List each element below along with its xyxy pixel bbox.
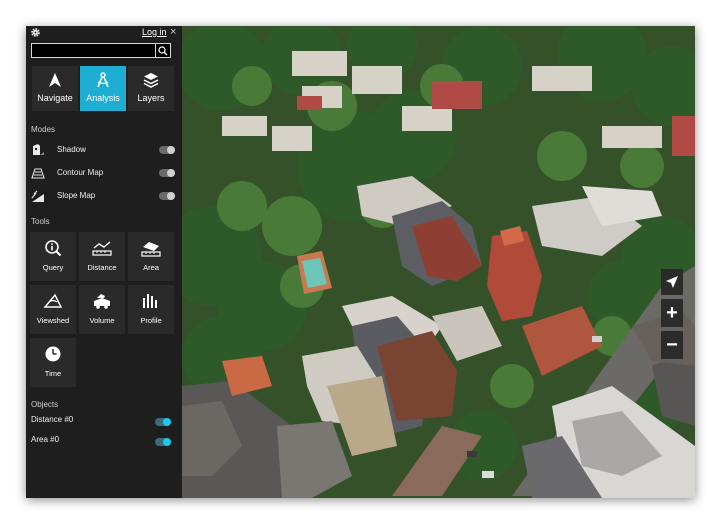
pointer-button[interactable]	[661, 269, 683, 295]
mode-shadow-label: Shadow	[57, 145, 86, 154]
area-icon	[141, 242, 161, 257]
search-icon	[158, 45, 168, 55]
tool-distance-label: Distance	[87, 263, 117, 272]
tool-query[interactable]: Query	[30, 232, 76, 281]
side-panel: Log in × Navigate Analysis Layers Modes …	[26, 26, 182, 498]
navigate-arrow-icon	[49, 73, 61, 87]
tool-profile[interactable]: Profile	[128, 285, 174, 334]
tab-navigate[interactable]: Navigate	[32, 66, 78, 111]
profile-icon	[143, 294, 157, 308]
shadow-toggle[interactable]	[159, 146, 175, 154]
viewshed-icon	[43, 293, 63, 308]
search-input[interactable]	[32, 47, 154, 61]
mode-contour-map-label: Contour Map	[57, 168, 104, 177]
time-icon	[45, 346, 61, 362]
mode-slope-map[interactable]: Slope Map	[29, 188, 175, 204]
object-area-0[interactable]: Area #0	[31, 434, 171, 446]
zoom-out-icon: −	[666, 333, 678, 356]
shadow-icon	[33, 144, 44, 155]
tool-profile-label: Profile	[140, 316, 162, 325]
mode-contour-map[interactable]: Contour Map	[29, 165, 175, 181]
tool-time[interactable]: Time	[30, 338, 76, 387]
object-distance-0[interactable]: Distance #0	[31, 414, 171, 426]
tool-volume-label: Volume	[89, 316, 115, 325]
object-area-0-toggle[interactable]	[155, 438, 171, 446]
mode-shadow[interactable]: Shadow	[29, 142, 175, 158]
modes-heading: Modes	[31, 125, 56, 134]
volume-icon	[94, 294, 110, 309]
tool-area[interactable]: Area	[128, 232, 174, 281]
object-distance-0-label: Distance #0	[31, 415, 74, 424]
tool-viewshed-label: Viewshed	[36, 316, 70, 325]
tab-navigate-label: Navigate	[37, 93, 73, 103]
slope-map-icon	[31, 190, 44, 202]
object-area-0-label: Area #0	[31, 435, 60, 444]
tool-volume[interactable]: Volume	[79, 285, 125, 334]
tab-analysis[interactable]: Analysis	[80, 66, 126, 111]
tab-layers[interactable]: Layers	[128, 66, 174, 111]
zoom-in-button[interactable]: +	[661, 299, 683, 327]
pointer-arrow-icon	[666, 276, 678, 288]
compass-icon	[97, 72, 109, 88]
contour-map-toggle[interactable]	[159, 169, 175, 177]
slope-map-toggle[interactable]	[159, 192, 175, 200]
search-button[interactable]	[155, 44, 170, 57]
search-box	[31, 43, 171, 61]
tool-distance[interactable]: Distance	[79, 232, 125, 281]
query-icon	[45, 240, 62, 257]
mode-slope-map-label: Slope Map	[57, 191, 96, 200]
zoom-out-button[interactable]: −	[661, 331, 683, 359]
tab-layers-label: Layers	[137, 93, 165, 103]
gear-icon[interactable]	[30, 27, 41, 38]
tool-area-label: Area	[143, 263, 159, 272]
close-icon[interactable]: ×	[170, 26, 176, 38]
layers-icon	[143, 73, 159, 88]
tool-viewshed[interactable]: Viewshed	[30, 285, 76, 334]
panel-topbar: Log in ×	[26, 26, 182, 40]
aerial-3d-scene	[182, 26, 695, 498]
object-distance-0-toggle[interactable]	[155, 418, 171, 426]
objects-heading: Objects	[31, 400, 59, 409]
zoom-in-icon: +	[666, 301, 678, 324]
app-window: Log in × Navigate Analysis Layers Modes …	[26, 26, 695, 498]
tab-analysis-label: Analysis	[86, 93, 120, 103]
login-link[interactable]: Log in	[142, 27, 167, 37]
contour-map-icon	[31, 168, 45, 179]
map-view[interactable]: + −	[182, 26, 695, 498]
tool-query-label: Query	[42, 263, 64, 272]
tools-heading: Tools	[31, 217, 50, 226]
tool-time-label: Time	[44, 369, 62, 378]
distance-icon	[92, 241, 112, 256]
